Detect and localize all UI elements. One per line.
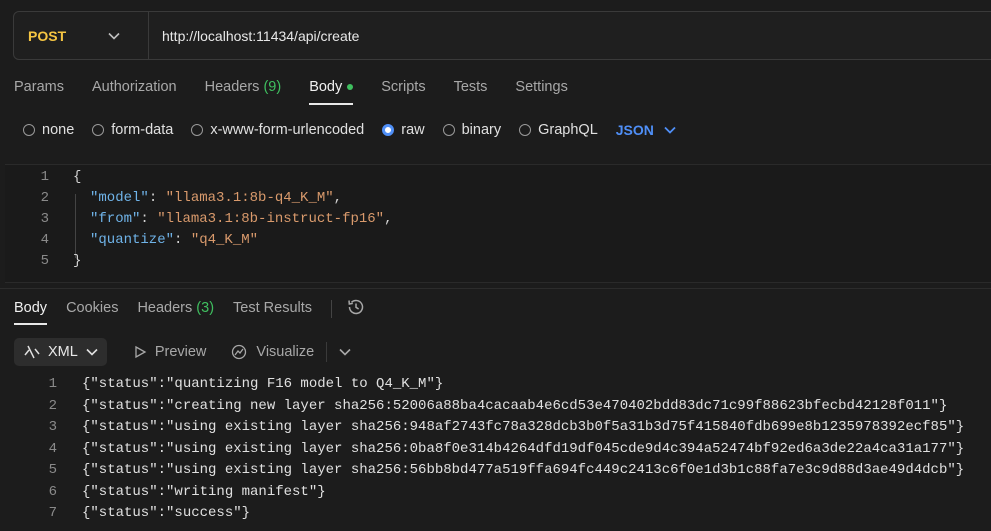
body-field-model: "model": "llama3.1:8b-q4_K_M",: [90, 190, 343, 206]
radio-label: raw: [401, 122, 425, 138]
line-number: 4: [40, 232, 49, 248]
line-number: 3: [48, 419, 57, 435]
separator: [331, 299, 333, 318]
radio-label: none: [42, 122, 75, 138]
response-text: {"status":"using existing layer sha256:0…: [82, 440, 965, 457]
radio-binary[interactable]: binary: [442, 122, 502, 138]
json-punct: ,: [333, 190, 343, 206]
radio-circle-icon: [92, 124, 105, 136]
response-text: {"status":"creating new layer sha256:520…: [82, 397, 948, 414]
line-number: 5: [48, 462, 57, 478]
line-number: 5: [40, 253, 49, 269]
body-field-quantize: "quantize": "q4_K_M": [90, 232, 259, 248]
preview-button[interactable]: Preview: [133, 344, 207, 360]
line-number: 7: [48, 505, 57, 521]
radio-label: GraphQL: [538, 122, 598, 138]
open-brace: {: [73, 169, 82, 185]
tab-body[interactable]: Body: [309, 79, 354, 105]
indent-guide: [75, 194, 76, 258]
chevron-down-icon: [86, 345, 98, 359]
history-icon[interactable]: [346, 297, 366, 320]
json-value: "llama3.1:8b-q4_K_M": [165, 190, 334, 206]
json-key: "from": [90, 211, 141, 227]
headers-count: (9): [263, 79, 282, 95]
line-number: 3: [40, 211, 49, 227]
radio-raw[interactable]: raw: [382, 122, 425, 138]
json-punct: ,: [384, 211, 393, 227]
radio-form-data[interactable]: form-data: [92, 122, 173, 138]
response-text: {"status":"writing manifest"}: [82, 483, 326, 500]
tab-tests[interactable]: Tests: [454, 79, 488, 105]
tab-headers-label: Headers: [204, 79, 260, 95]
radio-none[interactable]: none: [23, 122, 74, 138]
separator: [326, 342, 328, 362]
json-key: "quantize": [90, 232, 175, 248]
tab-headers[interactable]: Headers (9): [205, 79, 282, 105]
request-body-editor[interactable]: 1 { 2 "model": "llama3.1:8b-q4_K_M", 3 "fro…: [5, 164, 991, 283]
format-select[interactable]: XML: [14, 338, 107, 366]
radio-circle-icon: [442, 124, 455, 136]
tab-test-results[interactable]: Test Results: [233, 300, 312, 325]
line-number: 6: [48, 483, 57, 500]
tab-params[interactable]: Params: [14, 79, 64, 105]
pane-divider[interactable]: [0, 288, 991, 289]
response-tabs: Body Cookies Headers (3) Test Results: [14, 297, 366, 325]
response-text: {"status":"using existing layer sha256:9…: [82, 419, 965, 435]
visualize-label: Visualize: [256, 344, 315, 360]
radio-circle-icon: [191, 124, 204, 136]
tab-response-headers[interactable]: Headers (3): [137, 300, 214, 325]
tab-settings[interactable]: Settings: [515, 79, 567, 105]
visualize-button[interactable]: Visualize: [230, 343, 314, 361]
play-icon: [135, 345, 147, 359]
method-select[interactable]: POST: [14, 12, 149, 59]
line-number: 1: [40, 169, 49, 185]
preview-label: Preview: [154, 344, 207, 360]
radio-graphql[interactable]: GraphQL: [519, 122, 598, 138]
response-text: {"status":"using existing layer sha256:5…: [82, 462, 965, 478]
tab-response-body[interactable]: Body: [14, 300, 48, 325]
line-number: 4: [48, 440, 57, 457]
tab-body-label: Body: [309, 79, 343, 95]
json-key: "model": [90, 190, 149, 206]
line-number: 1: [48, 376, 57, 392]
close-brace: }: [73, 253, 82, 269]
radio-label: x-www-form-urlencoded: [210, 122, 365, 138]
chevron-down-icon: [664, 123, 676, 137]
tab-response-headers-label: Headers: [137, 300, 193, 316]
method-label: POST: [28, 27, 67, 44]
language-select[interactable]: JSON: [616, 122, 676, 138]
response-text: {"status":"success"}: [82, 505, 251, 521]
chevron-down-icon: [108, 29, 120, 43]
line-number: 2: [48, 397, 57, 414]
response-text: {"status":"quantizing F16 model to Q4_K_…: [82, 376, 444, 392]
line-number: 2: [40, 190, 49, 206]
radio-label: binary: [461, 122, 502, 138]
tab-cookies[interactable]: Cookies: [66, 300, 118, 325]
json-value: "q4_K_M": [190, 232, 259, 248]
body-type-options: none form-data x-www-form-urlencoded raw…: [23, 122, 676, 138]
radio-label: form-data: [111, 122, 174, 138]
tab-scripts[interactable]: Scripts: [381, 79, 425, 105]
radio-circle-icon: [519, 124, 532, 136]
language-label: JSON: [615, 122, 654, 138]
url-bar: POST http://localhost:11434/api/create: [13, 11, 991, 60]
tab-authorization[interactable]: Authorization: [92, 79, 177, 105]
modified-indicator-icon: [347, 84, 354, 91]
response-headers-count: (3): [196, 300, 215, 316]
radio-selected-icon: [382, 124, 395, 136]
radio-urlencoded[interactable]: x-www-form-urlencoded: [191, 122, 364, 138]
json-value: "llama3.1:8b-instruct-fp16": [157, 211, 385, 227]
radio-circle-icon: [23, 124, 35, 136]
response-toolbar: XML Preview Visualize: [14, 338, 351, 366]
url-input[interactable]: http://localhost:11434/api/create: [149, 28, 359, 44]
body-field-from: "from": "llama3.1:8b-instruct-fp16",: [90, 211, 393, 227]
visualize-icon: [232, 344, 247, 360]
format-label: XML: [48, 344, 78, 360]
request-tabs: Params Authorization Headers (9) Body Sc…: [14, 79, 596, 105]
code-icon: [23, 344, 41, 360]
chevron-down-icon[interactable]: [339, 345, 351, 359]
